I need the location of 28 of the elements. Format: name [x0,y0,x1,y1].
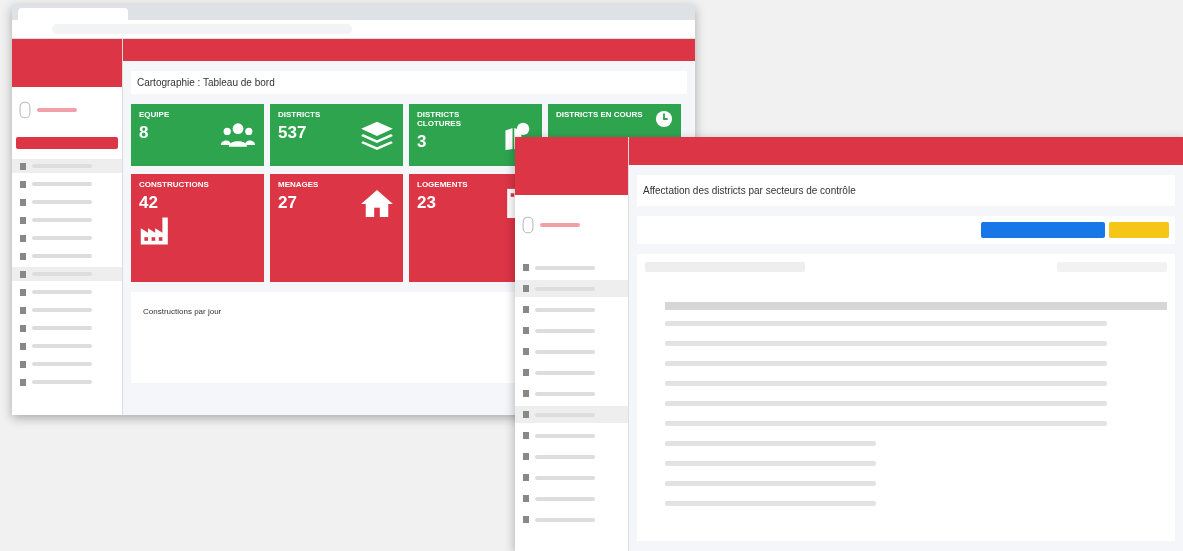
sidebar-item[interactable] [515,406,628,423]
stat-value: 23 [417,193,436,213]
stat-value: 8 [139,123,149,143]
user-avatar-icon [18,101,32,119]
user-name-placeholder [37,108,77,112]
sidebar-item[interactable] [12,159,122,173]
stat-label: CONSTRUCTIONS [139,180,209,189]
stat-label: DISTRICTS EN COURS [556,110,643,119]
stat-label: EQUIPE [139,110,170,119]
house-icon [359,188,395,218]
user-avatar-icon [521,216,535,234]
stat-label: MENAGES [278,180,319,189]
clock-icon [655,110,673,128]
layers-icon [359,120,395,150]
stat-value: 42 [139,193,158,213]
stat-label: DISTRICTS [278,110,321,119]
page-title: Affectation des districts par secteurs de contrôle [637,175,1175,206]
stat-value: 3 [417,132,427,152]
stat-value: 27 [278,193,297,213]
sidebar-item[interactable] [515,280,628,297]
panel-title: Constructions par jour [143,307,222,316]
users-icon [220,120,256,150]
sidebar-item[interactable] [12,267,122,281]
page-title: Cartographie : Tableau de bord [131,71,687,94]
stat-value: 537 [278,123,307,143]
user-name-placeholder [540,223,580,227]
stat-label: LOGEMENTS [417,180,468,189]
stat-label: DISTRICTS CLOTURES [417,110,462,128]
